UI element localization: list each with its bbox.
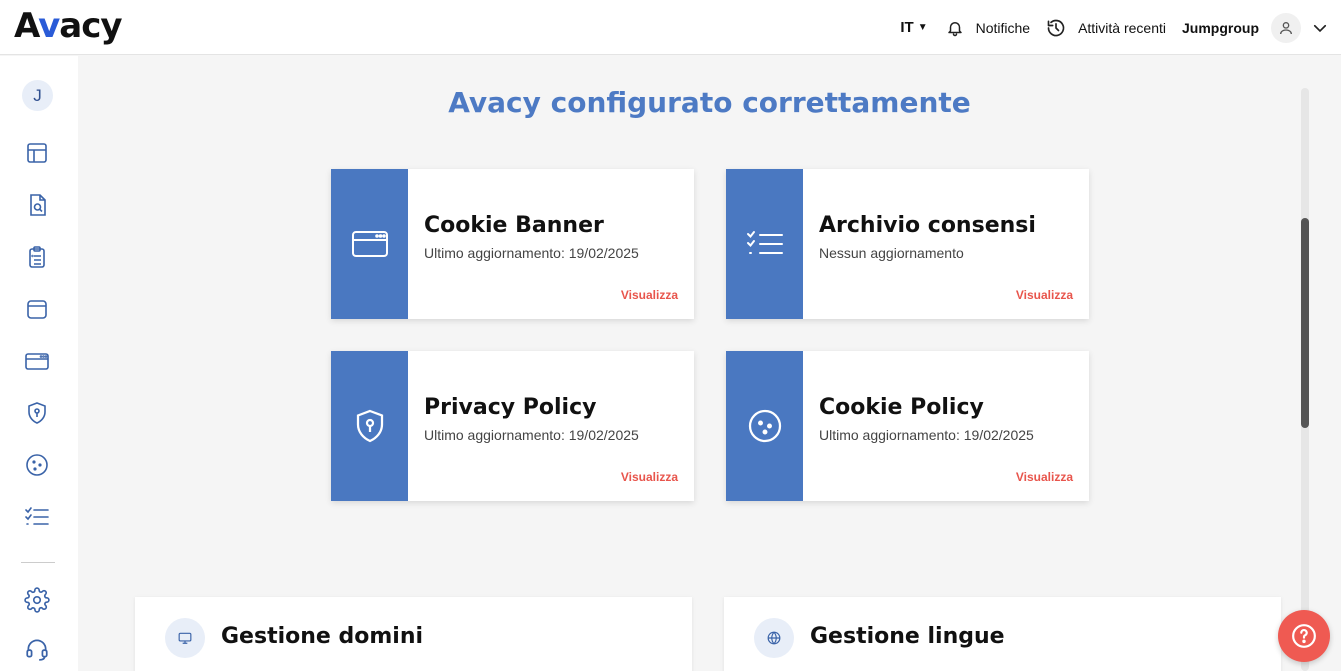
sidebar-divider (21, 562, 55, 563)
account-avatar[interactable]: J (22, 80, 53, 111)
card-privacy-policy: Privacy Policy Ultimo aggiornamento: 19/… (331, 351, 694, 501)
card-icon-strip (726, 169, 803, 319)
sidebar-item-consents[interactable] (24, 504, 50, 530)
card-consent-archive: Archivio consensi Nessun aggiornamento V… (726, 169, 1089, 319)
cookie-icon (26, 454, 48, 476)
card-icon-strip (331, 169, 408, 319)
card-subtitle: Ultimo aggiornamento: 19/02/2025 (424, 427, 639, 443)
user-avatar[interactable] (1271, 12, 1301, 43)
top-header: Avacy IT ▼ Notifiche Attività recenti Ju… (0, 0, 1341, 55)
card-cookie-policy: Cookie Policy Ultimo aggiornamento: 19/0… (726, 351, 1089, 501)
card-title: Cookie Policy (819, 395, 984, 420)
question-circle-icon (1292, 624, 1316, 648)
help-button[interactable] (1278, 610, 1330, 662)
sidebar-item-reports[interactable] (24, 244, 50, 270)
card-subtitle: Ultimo aggiornamento: 19/02/2025 (819, 427, 1034, 443)
sidebar-item-cookie-banner[interactable] (24, 348, 50, 374)
view-link[interactable]: Visualizza (621, 470, 678, 484)
user-name: Jumpgroup (1182, 19, 1259, 36)
avacy-logo[interactable]: Avacy (14, 6, 123, 46)
monitor-icon (178, 632, 192, 644)
card-icon-strip (726, 351, 803, 501)
sidebar-item-cookies[interactable] (24, 452, 50, 478)
sidebar-item-scan[interactable] (24, 192, 50, 218)
headset-icon (26, 639, 48, 661)
panel-title: Gestione domini (221, 624, 424, 649)
scrollbar-thumb[interactable] (1301, 218, 1309, 428)
language-selector[interactable]: IT ▼ (900, 19, 927, 36)
sidebar-item-support[interactable] (24, 636, 50, 662)
layout-icon (27, 143, 47, 163)
sidebar-item-dashboard[interactable] (24, 140, 50, 166)
main-content: Avacy configurato correttamente Cookie B… (78, 56, 1301, 671)
gear-icon (24, 587, 50, 613)
recent-activity-button[interactable]: Attività recenti (1046, 18, 1166, 38)
notifications-button[interactable]: Notifiche (946, 19, 1030, 37)
sidebar-item-archive[interactable] (24, 296, 50, 322)
notifications-label: Notifiche (975, 19, 1031, 36)
card-icon-strip (331, 351, 408, 501)
chevron-down-icon (1313, 24, 1327, 32)
panel-icon (165, 618, 205, 658)
cookie-icon (748, 409, 781, 443)
logo-text: Avacy (14, 6, 123, 46)
language-management-panel: Gestione lingue (724, 597, 1281, 671)
checklist-icon (746, 231, 783, 254)
view-link[interactable]: Visualizza (621, 288, 678, 302)
caret-down-icon: ▼ (917, 22, 928, 33)
checklist-icon (25, 507, 49, 525)
browser-window-icon (25, 353, 49, 370)
card-title: Archivio consensi (819, 213, 1036, 238)
shield-keyhole-icon (28, 402, 46, 424)
panel-icon (754, 618, 794, 658)
header-actions: IT ▼ Notifiche Attività recenti Jumpgrou… (900, 0, 1329, 55)
bell-icon (947, 21, 962, 36)
domain-management-panel: Gestione domini (135, 597, 692, 671)
history-icon (1047, 19, 1065, 36)
card-title: Privacy Policy (424, 395, 597, 420)
user-icon (1280, 21, 1292, 34)
card-subtitle: Nessun aggiornamento (819, 245, 964, 261)
globe-icon (767, 631, 781, 645)
panel-title: Gestione lingue (810, 624, 1005, 649)
document-search-icon (30, 194, 46, 216)
view-link[interactable]: Visualizza (1016, 470, 1073, 484)
card-title: Cookie Banner (424, 213, 604, 238)
page-title: Avacy configurato correttamente (448, 86, 971, 119)
view-link[interactable]: Visualizza (1016, 288, 1073, 302)
user-menu-toggle[interactable] (1311, 19, 1329, 37)
recent-activity-label: Attività recenti (1078, 19, 1166, 36)
language-code: IT (900, 19, 914, 36)
clipboard-list-icon (29, 246, 45, 268)
browser-window-icon (351, 231, 388, 257)
sidebar-item-privacy[interactable] (24, 400, 50, 426)
sidebar-item-settings[interactable] (24, 587, 50, 613)
card-cookie-banner: Cookie Banner Ultimo aggiornamento: 19/0… (331, 169, 694, 319)
card-subtitle: Ultimo aggiornamento: 19/02/2025 (424, 245, 639, 261)
sidebar: J (0, 56, 78, 671)
shield-keyhole-icon (356, 409, 383, 443)
archive-box-icon (27, 300, 47, 319)
